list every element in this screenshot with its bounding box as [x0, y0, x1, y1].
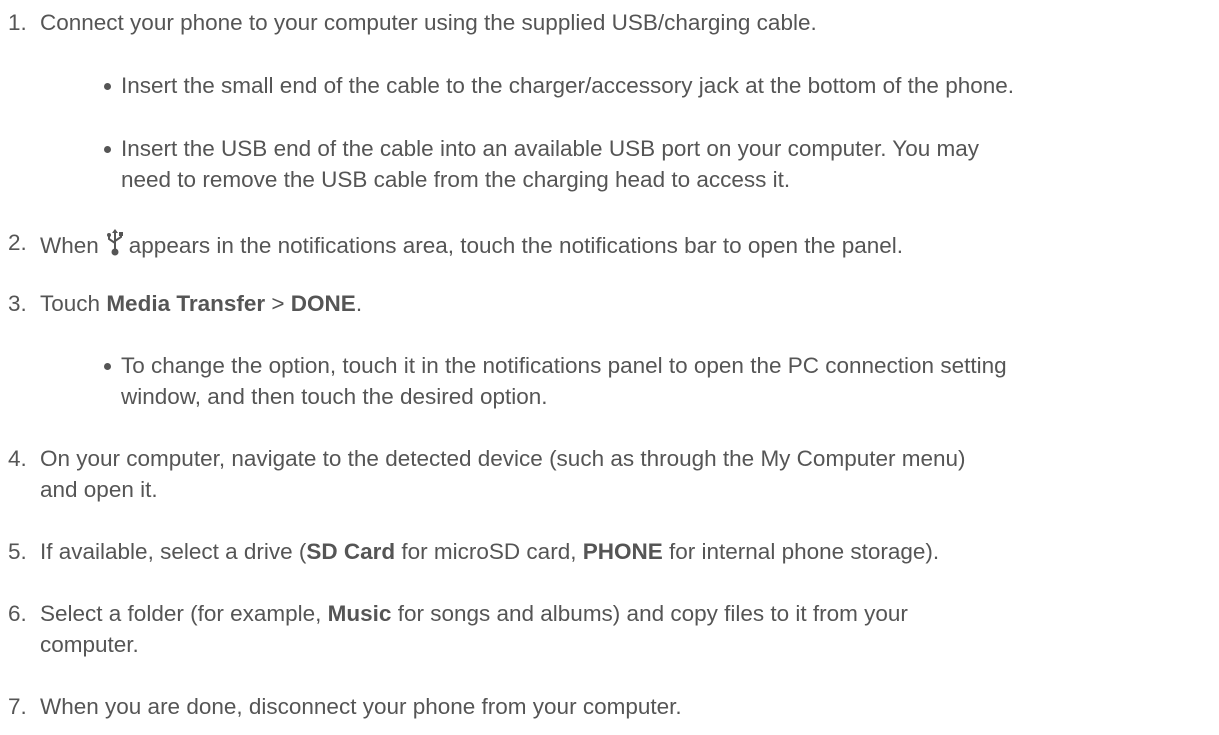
step-text: Connect your phone to your computer usin… [40, 10, 817, 35]
bullet-text: To change the option, touch it in the no… [121, 353, 1007, 378]
step-prefix: Touch [40, 291, 101, 316]
step-number: 1. [8, 10, 27, 35]
step-text: When appears in the notifications area, … [40, 228, 903, 264]
step-text: If available, select a drive (SD Card fo… [40, 537, 939, 567]
bullet-text-continuation: need to remove the USB cable from the ch… [0, 165, 1219, 195]
step-text-continuation: computer. [0, 630, 1219, 660]
step-number: 6. [8, 601, 27, 626]
step-text-after-icon: appears in the notifications area, touch… [128, 233, 904, 258]
bullet-item: Insert the USB end of the cable into an … [0, 134, 1219, 164]
bold-term: Music [327, 601, 392, 626]
bold-term: DONE [290, 291, 356, 316]
bullet-text: need to remove the USB cable from the ch… [121, 167, 791, 192]
step-text-before-icon: When [40, 233, 99, 258]
step-text: On your computer, navigate to the detect… [40, 446, 966, 471]
step-text: Touch Media Transfer > DONE. [40, 289, 362, 319]
step-1: 1. Connect your phone to your computer u… [0, 8, 1219, 38]
step-number: 5. [8, 539, 27, 564]
bullet-text-continuation: window, and then touch the desired optio… [0, 382, 1219, 412]
step-text: Select a folder (for example, Music for … [40, 599, 908, 629]
bullet-dot [104, 146, 111, 153]
bullet-text: window, and then touch the desired optio… [121, 384, 548, 409]
step-3: 3. Touch Media Transfer > DONE. [0, 289, 1219, 319]
bold-term: SD Card [306, 539, 396, 564]
bullet-text: Insert the small end of the cable to the… [121, 73, 1015, 98]
step-suffix: . [355, 291, 363, 316]
step-number: 7. [8, 694, 27, 719]
bullet-text: Insert the USB end of the cable into an … [121, 136, 980, 161]
bullet-item: To change the option, touch it in the no… [0, 351, 1219, 381]
bullet-dot [104, 83, 111, 90]
bullet-item: Insert the small end of the cable to the… [0, 71, 1219, 101]
step-5: 5. If available, select a drive (SD Card… [0, 537, 1219, 567]
step-text-part: for internal phone storage). [669, 539, 940, 564]
step-text: and open it. [40, 477, 158, 502]
step-text-continuation: and open it. [0, 475, 1219, 505]
step-6: 6. Select a folder (for example, Music f… [0, 599, 1219, 629]
bold-term: PHONE [582, 539, 663, 564]
separator: > [271, 291, 285, 316]
step-text-part: Select a folder (for example, [40, 601, 322, 626]
step-text: When you are done, disconnect your phone… [40, 694, 682, 719]
bullet-dot [104, 363, 111, 370]
step-number: 2. [8, 230, 27, 255]
usb-icon [105, 228, 125, 264]
step-text-part: If available, select a drive ( [40, 539, 307, 564]
step-text-part: for microSD card, [401, 539, 577, 564]
step-number: 3. [8, 291, 27, 316]
step-2: 2. When appears in the notifications are… [0, 226, 1219, 260]
step-7: 7. When you are done, disconnect your ph… [0, 692, 1219, 722]
bold-term: Media Transfer [106, 291, 266, 316]
step-text: computer. [40, 632, 139, 657]
step-4: 4. On your computer, navigate to the det… [0, 444, 1219, 474]
step-number: 4. [8, 446, 27, 471]
step-text-part: for songs and albums) and copy files to … [397, 601, 908, 626]
